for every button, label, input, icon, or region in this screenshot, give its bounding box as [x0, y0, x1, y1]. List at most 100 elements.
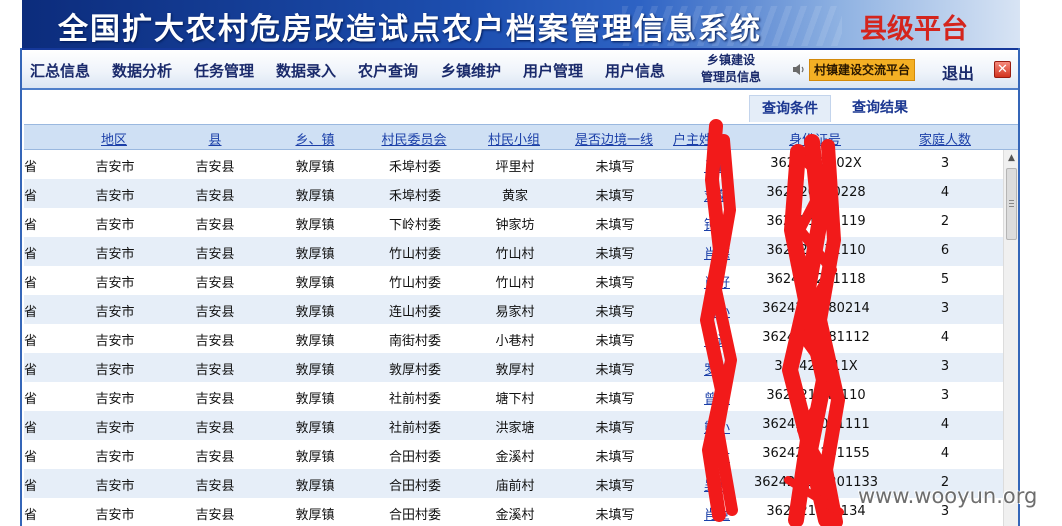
watermark: www.wooyun.org	[858, 484, 1038, 508]
cell-householder[interactable]: 刘菊	[704, 185, 730, 204]
menu-item-summary[interactable]: 汇总信息	[30, 60, 90, 81]
cell-village-committee: 竹山村委	[388, 247, 442, 262]
table-row[interactable]: 省 吉安市 吉安县 敦厚镇 社前村委 塘下村 未填写 曾玉 362421141110 3	[24, 382, 1003, 411]
column-header-householder[interactable]: 户主姓名	[673, 129, 725, 148]
cell-family-size: 3	[940, 359, 950, 374]
column-header-border-frontline[interactable]: 是否边境一线	[575, 129, 653, 148]
table-row[interactable]: 省吉安市 吉安县 敦厚镇 合田村委 庙前村 未填写 吴莉 362421191201133 2	[24, 469, 1003, 498]
menu-item-user-management[interactable]: 用户管理	[523, 60, 583, 81]
cell-city: 吉安市	[95, 392, 135, 407]
cell-householder[interactable]: 肖孖	[704, 272, 730, 291]
table-row[interactable]: 省 吉安市 吉安县 敦厚镇 禾埠村委 坪里村 未填写 肖正 3624212002X 3	[24, 150, 1003, 179]
close-icon[interactable]: ✕	[994, 61, 1011, 78]
cell-village-group: 竹山村	[495, 247, 535, 262]
cell-town: 敦厚镇	[295, 305, 335, 320]
cell-village-committee: 连山村委	[388, 305, 442, 320]
cell-city: 吉安市	[95, 218, 135, 233]
cell-householder[interactable]: 肖世	[704, 504, 730, 523]
table-row[interactable]: 省 吉安市 吉安县 敦厚镇 合田村委 金溪村 未填写 肖世 3624211161155 4	[24, 440, 1003, 469]
table-row[interactable]: 省 吉安市 吉安县 敦厚镇 南街村委 小巷村 未填写 肖诗 3624211081112 4	[24, 324, 1003, 353]
column-header-id-number[interactable]: 身份证号	[789, 129, 841, 148]
menu-item-farmer-query[interactable]: 农户查询	[358, 60, 418, 81]
cell-province: 省	[24, 508, 38, 523]
cell-id-number: 362421191134	[766, 504, 866, 519]
table-row[interactable]: 省 吉安市 吉安县 敦厚镇 竹山村委 竹山村 未填写 肖德 362421171110 6	[24, 237, 1003, 266]
cell-householder[interactable]: 易小	[704, 301, 730, 320]
cell-village-committee: 禾埠村委	[388, 189, 442, 204]
cell-county: 吉安县	[195, 421, 235, 436]
menu-item-tasks[interactable]: 任务管理	[194, 60, 254, 81]
header-banner: 全国扩大农村危房改造试点农户档案管理信息系统 县级平台	[22, 0, 1020, 48]
menu-item-analysis[interactable]: 数据分析	[112, 60, 172, 81]
scroll-thumb[interactable]	[1006, 168, 1017, 240]
cell-householder[interactable]: 肖德	[704, 243, 730, 262]
cell-province: 省	[24, 276, 38, 291]
menu-item-town-admin-info[interactable]: 乡镇建设 管理员信息	[692, 52, 770, 86]
menu-item-town-admin-line2: 管理员信息	[700, 70, 761, 84]
tab-query-conditions[interactable]: 查询条件	[749, 95, 831, 122]
table-row[interactable]: 省 吉安市 吉安县 敦厚镇 敦厚村委 敦厚村 未填写 罗传 362421011X 3	[24, 353, 1003, 382]
cell-householder[interactable]: 吴莉	[704, 475, 730, 494]
cell-village-committee: 下岭村委	[388, 218, 442, 233]
cell-householder[interactable]: 钟利	[704, 214, 730, 233]
logout-link[interactable]: 退出	[942, 60, 974, 84]
cell-county: 吉安县	[195, 276, 235, 291]
cell-county: 吉安县	[195, 160, 235, 175]
scroll-up-arrow-icon[interactable]: ▲	[1004, 150, 1019, 166]
cell-householder[interactable]: 肖诗	[704, 330, 730, 349]
cell-province: 省	[24, 479, 38, 494]
menu-item-user-info[interactable]: 用户信息	[605, 60, 665, 81]
tab-query-results[interactable]: 查询结果	[840, 95, 920, 122]
menu-item-town-maintenance[interactable]: 乡镇维护	[441, 60, 501, 81]
cell-village-committee: 合田村委	[388, 450, 442, 465]
cell-county: 吉安县	[195, 508, 235, 523]
table-header: 地区 县 乡、镇 村民委员会 村民小组 是否边境一线 户主姓名 身份证号 家庭人…	[24, 124, 1018, 150]
column-header-region[interactable]: 地区	[101, 129, 127, 148]
column-header-county[interactable]: 县	[208, 129, 221, 148]
cell-city: 吉安市	[95, 189, 135, 204]
cell-id-number: 362421281118	[766, 272, 866, 287]
table-row[interactable]: 省 吉安市 吉安县 敦厚镇 竹山村委 竹山村 未填写 肖孖 362421281118 5	[24, 266, 1003, 295]
cell-householder[interactable]: 肖正	[704, 156, 730, 175]
cell-family-size: 4	[940, 417, 950, 432]
cell-province: 省	[24, 334, 38, 349]
cell-village-committee: 竹山村委	[388, 276, 442, 291]
cell-id-number: 3624211081112	[762, 330, 870, 345]
vertical-scrollbar[interactable]: ▲	[1003, 150, 1018, 526]
cell-family-size: 5	[940, 272, 950, 287]
cell-province: 省	[24, 363, 38, 378]
cell-family-size: 4	[940, 330, 950, 345]
cell-village-committee: 社前村委	[388, 421, 442, 436]
column-header-town[interactable]: 乡、镇	[295, 129, 334, 148]
column-header-village-committee[interactable]: 村民委员会	[381, 129, 446, 148]
cell-householder[interactable]: 熊小	[704, 417, 730, 436]
table-row[interactable]: 省 吉安市 吉安县 敦厚镇 连山村委 易家村 未填写 易小 3624211080214 3	[24, 295, 1003, 324]
cell-province: 省	[24, 305, 38, 320]
cell-province: 省	[24, 450, 38, 465]
column-header-family-size[interactable]: 家庭人数	[919, 129, 971, 148]
column-header-village-group[interactable]: 村民小组	[488, 129, 540, 148]
cell-id-number: 362421141110	[766, 388, 866, 403]
cell-town: 敦厚镇	[295, 334, 335, 349]
menu-item-data-entry[interactable]: 数据录入	[276, 60, 336, 81]
exchange-platform-button[interactable]: 村镇建设交流平台	[809, 59, 916, 81]
table-row[interactable]: 省 吉安市 吉安县 敦厚镇 禾埠村委 黄家 未填写 刘菊 362420020228 4	[24, 179, 1003, 208]
cell-householder[interactable]: 曾玉	[704, 388, 730, 407]
cell-border-frontline: 未填写	[595, 450, 635, 465]
cell-householder[interactable]: 肖世	[704, 446, 730, 465]
cell-border-frontline: 未填写	[595, 363, 635, 378]
cell-householder[interactable]: 罗传	[704, 359, 730, 378]
cell-city: 吉安市	[95, 363, 135, 378]
table-row[interactable]: 省 吉安市 吉安县 敦厚镇 下岭村委 钟家坊 未填写 钟利 362421191119 2	[24, 208, 1003, 237]
cell-family-size: 6	[940, 243, 950, 258]
table-row[interactable]: 省 吉安市 吉安县 敦厚镇 社前村委 洪家塘 未填写 熊小 3624211031111 4	[24, 411, 1003, 440]
menu-item-town-admin-line1: 乡镇建设	[706, 53, 755, 67]
cell-village-committee: 南街村委	[388, 334, 442, 349]
frame-border-right	[1018, 48, 1020, 526]
cell-border-frontline: 未填写	[595, 276, 635, 291]
cell-village-group: 坪里村	[495, 160, 535, 175]
menu-bar: 汇总信息 数据分析 任务管理 数据录入 农户查询 乡镇维护 用户管理 用户信息 …	[22, 48, 1018, 90]
cell-family-size: 2	[940, 214, 950, 229]
cell-border-frontline: 未填写	[595, 334, 635, 349]
table-row[interactable]: 省吉安市 吉安县 敦厚镇 合田村委 金溪村 未填写 肖世 362421191134 3	[24, 498, 1003, 526]
